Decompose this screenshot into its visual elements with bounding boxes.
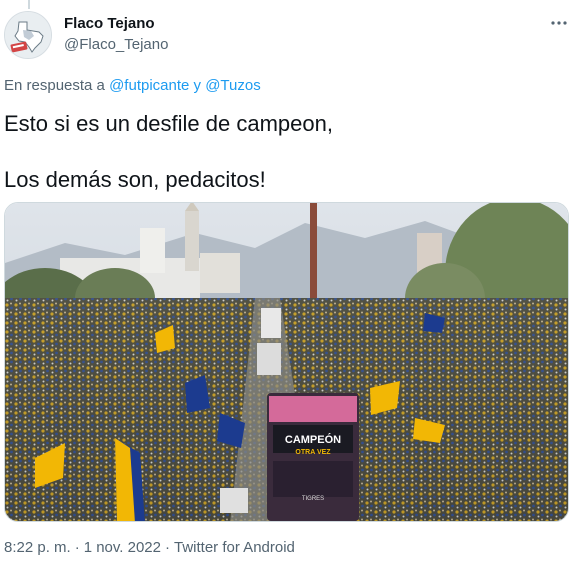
bus-plate: TIGRES bbox=[302, 496, 324, 502]
author-handle[interactable]: @Flaco_Tejano bbox=[64, 36, 168, 54]
parade-photo-illustration: CAMPEÓN OTRA VEZ TIGRES bbox=[5, 203, 568, 521]
tweet-text-line-2: Los demás son, pedacitos! bbox=[4, 167, 266, 192]
tweet-metadata: 8:22 p. m. · 1 nov. 2022 · Twitter for Andro… bbox=[4, 539, 295, 557]
reply-prefix: En respuesta a bbox=[4, 77, 105, 94]
parade-bus: CAMPEÓN OTRA VEZ TIGRES bbox=[267, 393, 359, 521]
tweet: Flaco Tejano @Flaco_Tejano En respuesta … bbox=[0, 0, 574, 570]
meta-separator: · bbox=[74, 539, 80, 556]
mention-tuzos[interactable]: @Tuzos bbox=[205, 77, 261, 94]
meta-separator: · bbox=[165, 539, 170, 556]
more-horizontal-icon bbox=[551, 21, 567, 25]
more-options-button[interactable] bbox=[546, 12, 572, 34]
tweet-text-line-1: Esto si es un desfile de campeon, bbox=[4, 111, 333, 136]
avatar[interactable] bbox=[4, 11, 52, 59]
bus-banner-line-2: OTRA VEZ bbox=[295, 449, 331, 456]
tweet-time[interactable]: 8:22 p. m. bbox=[4, 539, 71, 556]
tweet-source[interactable]: Twitter for Android bbox=[174, 539, 295, 556]
thread-connector bbox=[28, 0, 30, 9]
tweet-text: Esto si es un desfile de campeon, Los de… bbox=[4, 110, 564, 194]
reply-conjunction: y bbox=[193, 77, 202, 94]
author-name[interactable]: Flaco Tejano bbox=[64, 15, 155, 33]
texas-avatar-icon bbox=[5, 12, 51, 58]
mention-futpicante[interactable]: @futpicante bbox=[109, 77, 189, 94]
tweet-date[interactable]: 1 nov. 2022 bbox=[84, 539, 161, 556]
reply-context: En respuesta a @futpicante y @Tuzos bbox=[4, 77, 261, 95]
tweet-photo[interactable]: CAMPEÓN OTRA VEZ TIGRES bbox=[4, 202, 569, 522]
bus-banner-line-1: CAMPEÓN bbox=[285, 433, 341, 446]
